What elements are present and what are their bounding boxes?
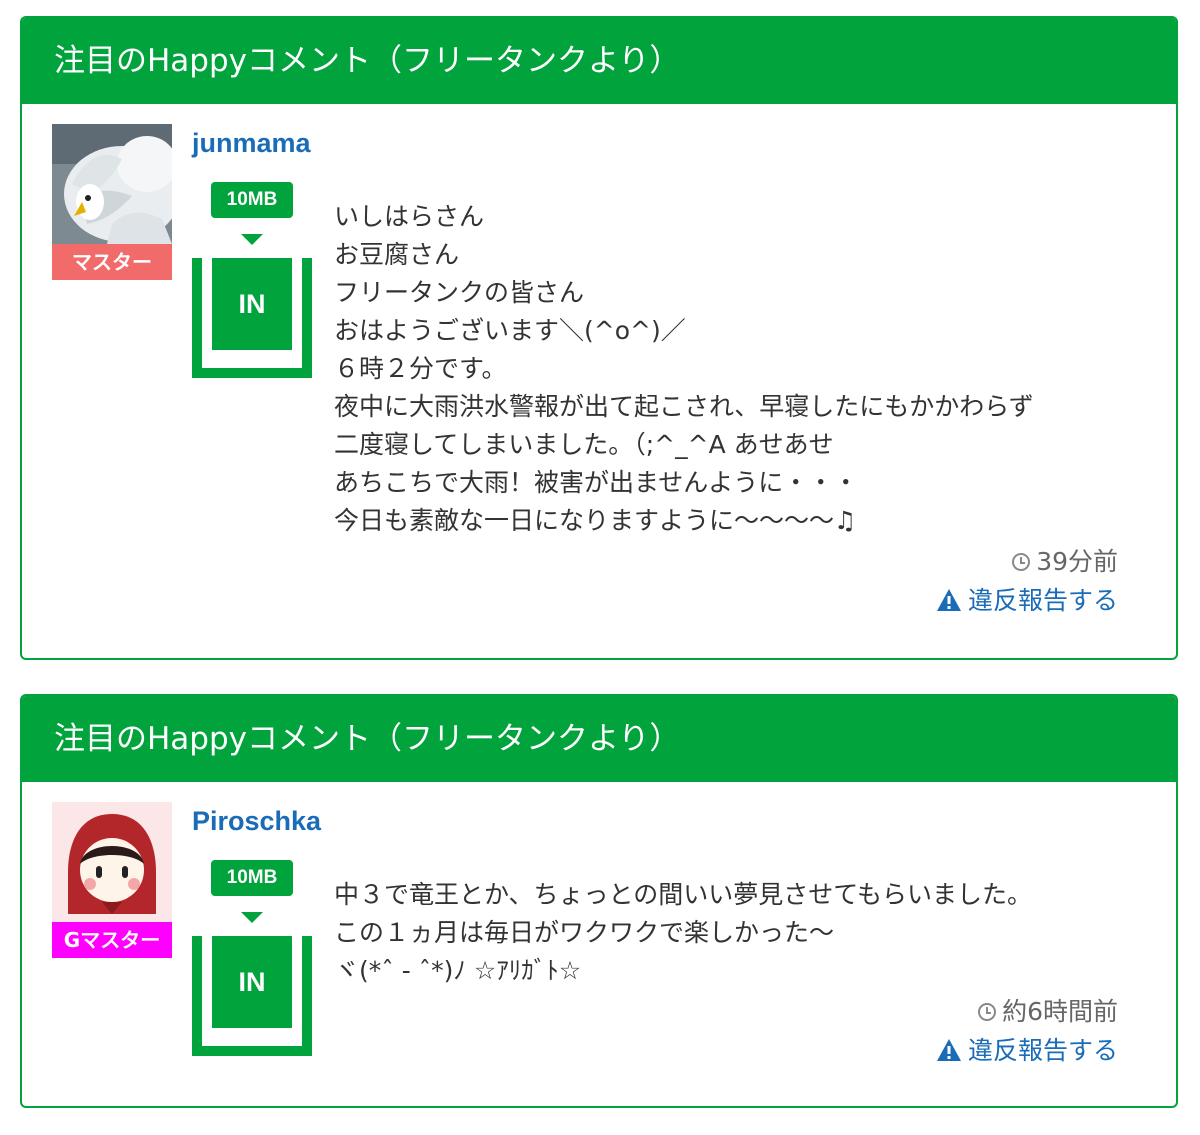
user-rank-badge: Gマスター — [52, 922, 172, 958]
rank-indicator: 10MB IN — [192, 860, 312, 1060]
rank-box: IN — [192, 258, 312, 378]
report-label: 違反報告する — [967, 586, 1118, 615]
user-rank-badge: マスター — [52, 244, 172, 280]
report-label: 違反報告する — [967, 1036, 1118, 1065]
rank-in-label: IN — [212, 258, 292, 350]
clock-icon — [1012, 553, 1031, 571]
rank-in-label: IN — [212, 936, 292, 1028]
comment-line: 今日も素敵な一日になりますように〜〜〜〜♫ — [334, 506, 857, 535]
happy-comment-card: 注目のHappyコメント（フリータンクより） マスター junmama 10MB — [20, 16, 1178, 660]
comment-line: この１ヵ月は毎日がワクワクで楽しかった〜 — [334, 918, 835, 947]
avatar[interactable]: マスター — [52, 124, 172, 280]
username-link[interactable]: Piroschka — [192, 806, 321, 837]
happy-comment-card: 注目のHappyコメント（フリータンクより） Gマスター Piroschka 1… — [20, 694, 1178, 1108]
rank-size-label: 10MB — [211, 860, 293, 896]
rank-box: IN — [192, 936, 312, 1056]
comment-line: お豆腐さん — [334, 240, 460, 269]
avatar[interactable]: Gマスター — [52, 802, 172, 958]
rank-indicator: 10MB IN — [192, 182, 312, 382]
timestamp: 39分前 — [1012, 542, 1118, 578]
page: 注目のHappyコメント（フリータンクより） マスター junmama 10MB — [0, 0, 1200, 1135]
comment-line: いしはらさん — [334, 202, 485, 231]
comment-line: あちこちで大雨！被害が出ませんように・・・ — [334, 468, 859, 497]
report-violation-link[interactable]: 違反報告する — [936, 581, 1118, 617]
timestamp-text: 39分前 — [1036, 547, 1118, 576]
timestamp-text: 約6時間前 — [1002, 997, 1118, 1026]
comment-line: ヾ(*ˆ - ˆ*)ﾉ ☆ｱﾘｶﾞﾄ☆ — [334, 956, 582, 985]
clock-icon — [978, 1003, 997, 1021]
comment-line: フリータンクの皆さん — [334, 278, 585, 307]
comment-line: ６時２分です。 — [334, 354, 507, 383]
warning-icon — [936, 589, 961, 611]
comment-line: 夜中に大雨洪水警報が出て起こされ、早寝したにもかかわらず — [334, 392, 1034, 421]
timestamp: 約6時間前 — [978, 992, 1118, 1028]
report-violation-link[interactable]: 違反報告する — [936, 1031, 1118, 1067]
arrow-down-icon — [241, 234, 263, 245]
username-link[interactable]: junmama — [192, 128, 311, 159]
comment-line: 二度寝してしまいました。（;^_^A あせあせ — [334, 430, 834, 459]
red-hood-girl-icon — [52, 802, 172, 922]
rank-size-label: 10MB — [211, 182, 293, 218]
comment-line: おはようございます＼(^o^)／ — [334, 316, 686, 345]
comment-text: 中３で竜王とか、ちょっとの間いい夢見させてもらいました。 この１ヵ月は毎日がワク… — [334, 876, 1174, 990]
swan-photo-icon — [52, 124, 172, 244]
arrow-down-icon — [241, 912, 263, 923]
comment-line: 中３で竜王とか、ちょっとの間いい夢見させてもらいました。 — [334, 880, 1033, 909]
card-header-title: 注目のHappyコメント（フリータンクより） — [22, 696, 1176, 782]
comment-text: いしはらさん お豆腐さん フリータンクの皆さん おはようございます＼(^o^)／… — [334, 198, 1174, 540]
card-header-title: 注目のHappyコメント（フリータンクより） — [22, 18, 1176, 104]
warning-icon — [936, 1039, 961, 1061]
